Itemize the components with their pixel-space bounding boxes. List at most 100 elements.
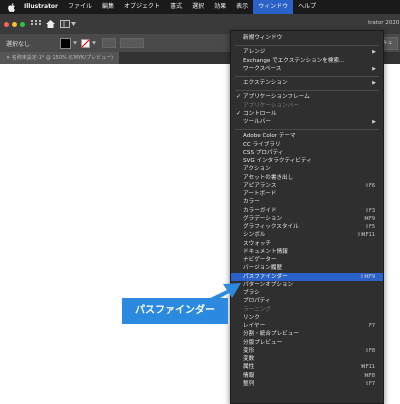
- minimize-window-button[interactable]: [12, 21, 17, 27]
- apple-logo-icon[interactable]: [8, 2, 16, 12]
- menu-item[interactable]: レイヤー F7: [231, 322, 383, 330]
- menu-item[interactable]: ✓ アプリケーションフレーム: [231, 93, 383, 101]
- zoom-window-button[interactable]: [20, 21, 25, 27]
- menu-item[interactable]: SVG インタラクティビティ: [231, 157, 383, 165]
- menu-item[interactable]: グラデーション ⌘F9: [231, 215, 383, 223]
- menu-item-label: ドキュメント情報: [243, 248, 288, 255]
- workspace-layout-icon[interactable]: [60, 20, 70, 28]
- menu-item-shortcut: ⇧F7: [364, 380, 375, 387]
- grid-icon[interactable]: [31, 20, 41, 28]
- menu-item[interactable]: 変形 ⇧F8: [231, 347, 383, 355]
- menu-item[interactable]: 整列 ⇧F7: [231, 380, 383, 388]
- menu-item[interactable]: ツールバー ▶: [231, 118, 383, 126]
- menu-item-label: エクステンション: [243, 80, 288, 86]
- menu-item-label: SVG インタラクティビティ: [243, 158, 312, 164]
- menu-item[interactable]: 属性 ⌘F11: [231, 363, 383, 371]
- menu-item[interactable]: カラー: [231, 198, 383, 206]
- menu-item-label: パスファインダー: [243, 273, 288, 280]
- menu-item-label: Exchange でエクステンションを検索...: [243, 57, 345, 64]
- menu-item[interactable]: スウォッチ: [231, 240, 383, 248]
- menu-item-shortcut: ⇧⌘F11: [356, 232, 375, 239]
- fill-dropdown-icon[interactable]: [73, 41, 78, 45]
- menu-item-label: アートボード: [243, 191, 277, 197]
- menu-item-label: ブラシ: [243, 290, 260, 296]
- home-icon[interactable]: [46, 20, 55, 28]
- menu-item[interactable]: 新規ウィンドウ: [231, 34, 383, 42]
- close-window-button[interactable]: [4, 21, 9, 27]
- menu-item[interactable]: ワークスペース ▶: [231, 65, 383, 73]
- menu-item[interactable]: ドキュメント情報: [231, 248, 383, 256]
- menu-item-shortcut: ⇧F5: [364, 224, 375, 230]
- menu-help[interactable]: ヘルプ: [293, 0, 321, 14]
- menu-item-label: 属性: [243, 364, 255, 371]
- menu-object[interactable]: オブジェクト: [119, 0, 165, 14]
- menu-item-pathfinder[interactable]: パスファインダー ⇧⌘F9: [231, 272, 383, 281]
- menu-item-label: アレンジ: [243, 49, 266, 56]
- menu-separator: [235, 129, 379, 131]
- menu-item[interactable]: 分割・統合プレビュー: [231, 330, 383, 338]
- window-controls: [4, 21, 25, 27]
- menu-item-shortcut: ⇧F8: [364, 347, 375, 354]
- close-icon[interactable]: ✕: [6, 55, 10, 61]
- menu-item[interactable]: 分版プレビュー: [231, 339, 383, 347]
- chevron-down-icon[interactable]: [71, 22, 76, 26]
- menu-item-label: ナビゲーター: [243, 257, 277, 263]
- menu-item-label: リンク: [243, 314, 260, 321]
- menu-item[interactable]: カラーガイド ⇧F3: [231, 207, 383, 215]
- menu-item[interactable]: エクステンション ▶: [231, 79, 383, 87]
- menu-item[interactable]: バージョン履歴: [231, 264, 383, 272]
- checkmark-icon: ✓: [236, 93, 242, 101]
- menu-item[interactable]: Exchange でエクステンションを検索...: [231, 57, 383, 65]
- menu-item-label: アプリケーションフレーム: [243, 94, 310, 101]
- document-tab[interactable]: ✕ 名称未設定-1* @ 150% (CMYK/プレビュー): [0, 52, 120, 64]
- menu-item[interactable]: CSS プロパティ: [231, 149, 383, 157]
- menu-item[interactable]: 変数: [231, 355, 383, 363]
- submenu-arrow-icon: ▶: [372, 49, 376, 56]
- menu-item[interactable]: アレンジ ▶: [231, 48, 383, 56]
- stroke-dropdown-icon[interactable]: [92, 41, 97, 45]
- menu-file[interactable]: ファイル: [63, 0, 97, 14]
- stroke-weight-field[interactable]: [102, 38, 117, 48]
- profile-field[interactable]: [120, 38, 145, 48]
- menu-item-label: CSS プロパティ: [243, 149, 284, 156]
- menu-item[interactable]: Adobe Color テーマ: [231, 132, 383, 140]
- menu-item[interactable]: ブラシ: [231, 289, 383, 297]
- submenu-arrow-icon: ▶: [372, 119, 376, 125]
- menu-item[interactable]: ✓ コントロール: [231, 110, 383, 118]
- menu-item-label: アクション: [243, 166, 271, 173]
- menu-item-label: ツールバー: [243, 119, 271, 125]
- menu-item-label: コントロール: [243, 110, 277, 117]
- submenu-arrow-icon: ▶: [372, 65, 376, 72]
- menu-item[interactable]: ナビゲーター: [231, 256, 383, 264]
- menu-item-label: パターンオプション: [243, 281, 294, 288]
- menu-item-shortcut: ⌘F11: [360, 364, 375, 371]
- menu-item[interactable]: リンク: [231, 314, 383, 322]
- menu-item[interactable]: グラフィックスタイル ⇧F5: [231, 223, 383, 231]
- menu-item[interactable]: CC ライブラリ: [231, 141, 383, 149]
- menu-type[interactable]: 書式: [165, 0, 187, 14]
- menu-item-label: バージョン履歴: [243, 265, 283, 272]
- menu-item[interactable]: シンボル ⇧⌘F11: [231, 231, 383, 239]
- menu-item-label: 情報: [243, 372, 255, 379]
- menu-item-label: スウォッチ: [243, 240, 271, 247]
- menu-window[interactable]: ウィンドウ: [253, 0, 294, 14]
- menu-item[interactable]: アクション: [231, 165, 383, 173]
- menu-item[interactable]: アートボード: [231, 190, 383, 198]
- menu-item[interactable]: アピアランス ⇧F6: [231, 182, 383, 190]
- menu-item[interactable]: 情報 ⌘F8: [231, 372, 383, 380]
- stroke-none-swatch[interactable]: [81, 38, 91, 48]
- fill-swatch[interactable]: [60, 37, 72, 49]
- menu-item[interactable]: プロパティ: [231, 297, 383, 305]
- menubar-app-name[interactable]: Illustrator: [19, 0, 63, 14]
- submenu-arrow-icon: ▶: [372, 80, 376, 86]
- document-tab-label: 名称未設定-1* @ 150% (CMYK/プレビュー): [11, 55, 114, 61]
- menu-edit[interactable]: 編集: [97, 0, 119, 14]
- menu-item[interactable]: パターンオプション: [231, 281, 383, 289]
- menu-item-label: 変形: [243, 347, 255, 354]
- menu-view[interactable]: 表示: [231, 0, 253, 14]
- menu-item-shortcut: ⇧F3: [364, 207, 375, 214]
- menu-item[interactable]: アセットの書き出し: [231, 174, 383, 182]
- menu-select[interactable]: 選択: [187, 0, 209, 14]
- selection-status: 選択なし: [6, 40, 31, 48]
- menu-effect[interactable]: 効果: [209, 0, 231, 14]
